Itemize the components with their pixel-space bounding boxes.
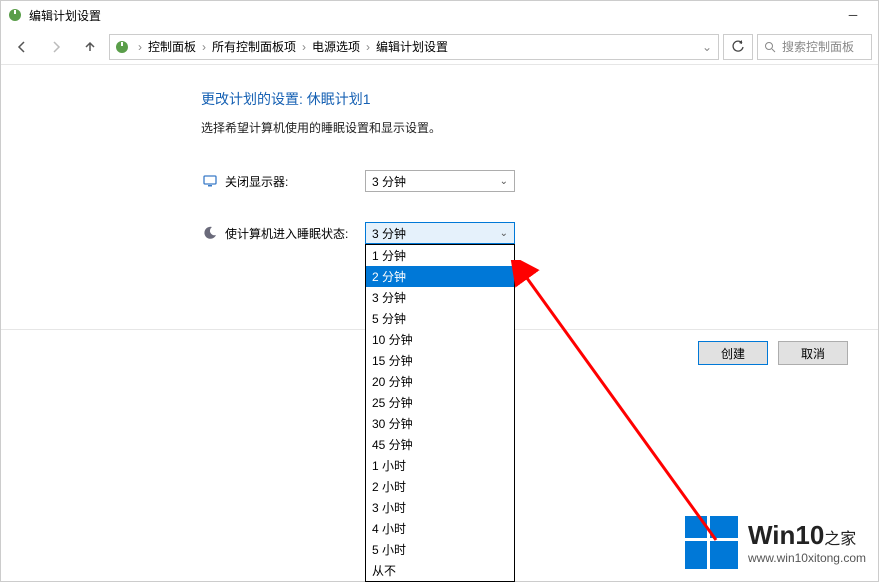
breadcrumb-seg[interactable]: 控制面板 xyxy=(144,38,200,55)
monitor-icon xyxy=(201,172,219,190)
dropdown-option[interactable]: 2 分钟 xyxy=(366,266,514,287)
breadcrumb-seg[interactable]: 编辑计划设置 xyxy=(372,38,452,55)
display-off-combo[interactable]: 3 分钟 ⌄ xyxy=(365,170,515,192)
dropdown-option[interactable]: 从不 xyxy=(366,560,514,581)
back-button[interactable] xyxy=(7,33,37,61)
cancel-button[interactable]: 取消 xyxy=(778,341,848,365)
chevron-right-icon: › xyxy=(136,40,144,54)
chevron-down-icon: ⌄ xyxy=(500,228,508,239)
dropdown-option[interactable]: 4 小时 xyxy=(366,518,514,539)
sleep-combo[interactable]: 3 分钟 ⌄ 1 分钟2 分钟3 分钟5 分钟10 分钟15 分钟20 分钟25… xyxy=(365,222,515,244)
search-input[interactable]: 搜索控制面板 xyxy=(757,34,872,60)
search-icon xyxy=(764,41,776,53)
windows-logo-icon xyxy=(685,516,738,569)
display-off-label: 关闭显示器: xyxy=(225,173,365,190)
combo-value: 3 分钟 xyxy=(372,173,406,190)
dropdown-option[interactable]: 20 分钟 xyxy=(366,371,514,392)
sleep-row: 使计算机进入睡眠状态: 3 分钟 ⌄ 1 分钟2 分钟3 分钟5 分钟10 分钟… xyxy=(201,222,781,244)
dropdown-option[interactable]: 2 小时 xyxy=(366,476,514,497)
dropdown-option[interactable]: 15 分钟 xyxy=(366,350,514,371)
chevron-right-icon: › xyxy=(364,40,372,54)
dropdown-option[interactable]: 30 分钟 xyxy=(366,413,514,434)
dropdown-option[interactable]: 5 分钟 xyxy=(366,308,514,329)
dropdown-option[interactable]: 3 分钟 xyxy=(366,287,514,308)
display-off-row: 关闭显示器: 3 分钟 ⌄ xyxy=(201,170,781,192)
watermark-title: Win10之家 xyxy=(748,520,866,551)
titlebar: 编辑计划设置 ─ xyxy=(1,1,878,29)
combo-value: 3 分钟 xyxy=(372,225,406,242)
dropdown-option[interactable]: 45 分钟 xyxy=(366,434,514,455)
action-buttons: 创建 取消 xyxy=(698,341,848,365)
up-button[interactable] xyxy=(75,33,105,61)
moon-icon xyxy=(201,224,219,242)
sleep-label: 使计算机进入睡眠状态: xyxy=(225,225,365,242)
content-area: 更改计划的设置: 休眠计划1 选择希望计算机使用的睡眠设置和显示设置。 关闭显示… xyxy=(1,65,878,581)
forward-button[interactable] xyxy=(41,33,71,61)
page-description: 选择希望计算机使用的睡眠设置和显示设置。 xyxy=(201,119,781,136)
minimize-button[interactable]: ─ xyxy=(834,1,872,29)
chevron-down-icon: ⌄ xyxy=(500,176,508,187)
dropdown-option[interactable]: 1 小时 xyxy=(366,455,514,476)
window-title: 编辑计划设置 xyxy=(29,7,101,24)
dropdown-chevron-icon[interactable]: ⌄ xyxy=(700,40,714,54)
dropdown-option[interactable]: 5 小时 xyxy=(366,539,514,560)
annotation-arrow xyxy=(506,260,726,550)
breadcrumb-icon xyxy=(114,39,130,55)
watermark-url: www.win10xitong.com xyxy=(748,551,866,565)
chevron-right-icon: › xyxy=(300,40,308,54)
dropdown-option[interactable]: 25 分钟 xyxy=(366,392,514,413)
refresh-button[interactable] xyxy=(723,34,753,60)
create-button[interactable]: 创建 xyxy=(698,341,768,365)
sleep-dropdown: 1 分钟2 分钟3 分钟5 分钟10 分钟15 分钟20 分钟25 分钟30 分… xyxy=(365,244,515,582)
breadcrumb-seg[interactable]: 电源选项 xyxy=(308,38,364,55)
search-placeholder: 搜索控制面板 xyxy=(782,38,854,55)
dropdown-option[interactable]: 3 小时 xyxy=(366,497,514,518)
page-title: 更改计划的设置: 休眠计划1 xyxy=(201,89,781,109)
chevron-right-icon: › xyxy=(200,40,208,54)
watermark: Win10之家 www.win10xitong.com xyxy=(685,516,866,569)
dropdown-option[interactable]: 10 分钟 xyxy=(366,329,514,350)
address-bar: › 控制面板 › 所有控制面板项 › 电源选项 › 编辑计划设置 ⌄ 搜索控制面… xyxy=(1,29,878,65)
breadcrumb-seg[interactable]: 所有控制面板项 xyxy=(208,38,300,55)
breadcrumb[interactable]: › 控制面板 › 所有控制面板项 › 电源选项 › 编辑计划设置 ⌄ xyxy=(109,34,719,60)
app-icon xyxy=(7,7,23,23)
dropdown-option[interactable]: 1 分钟 xyxy=(366,245,514,266)
